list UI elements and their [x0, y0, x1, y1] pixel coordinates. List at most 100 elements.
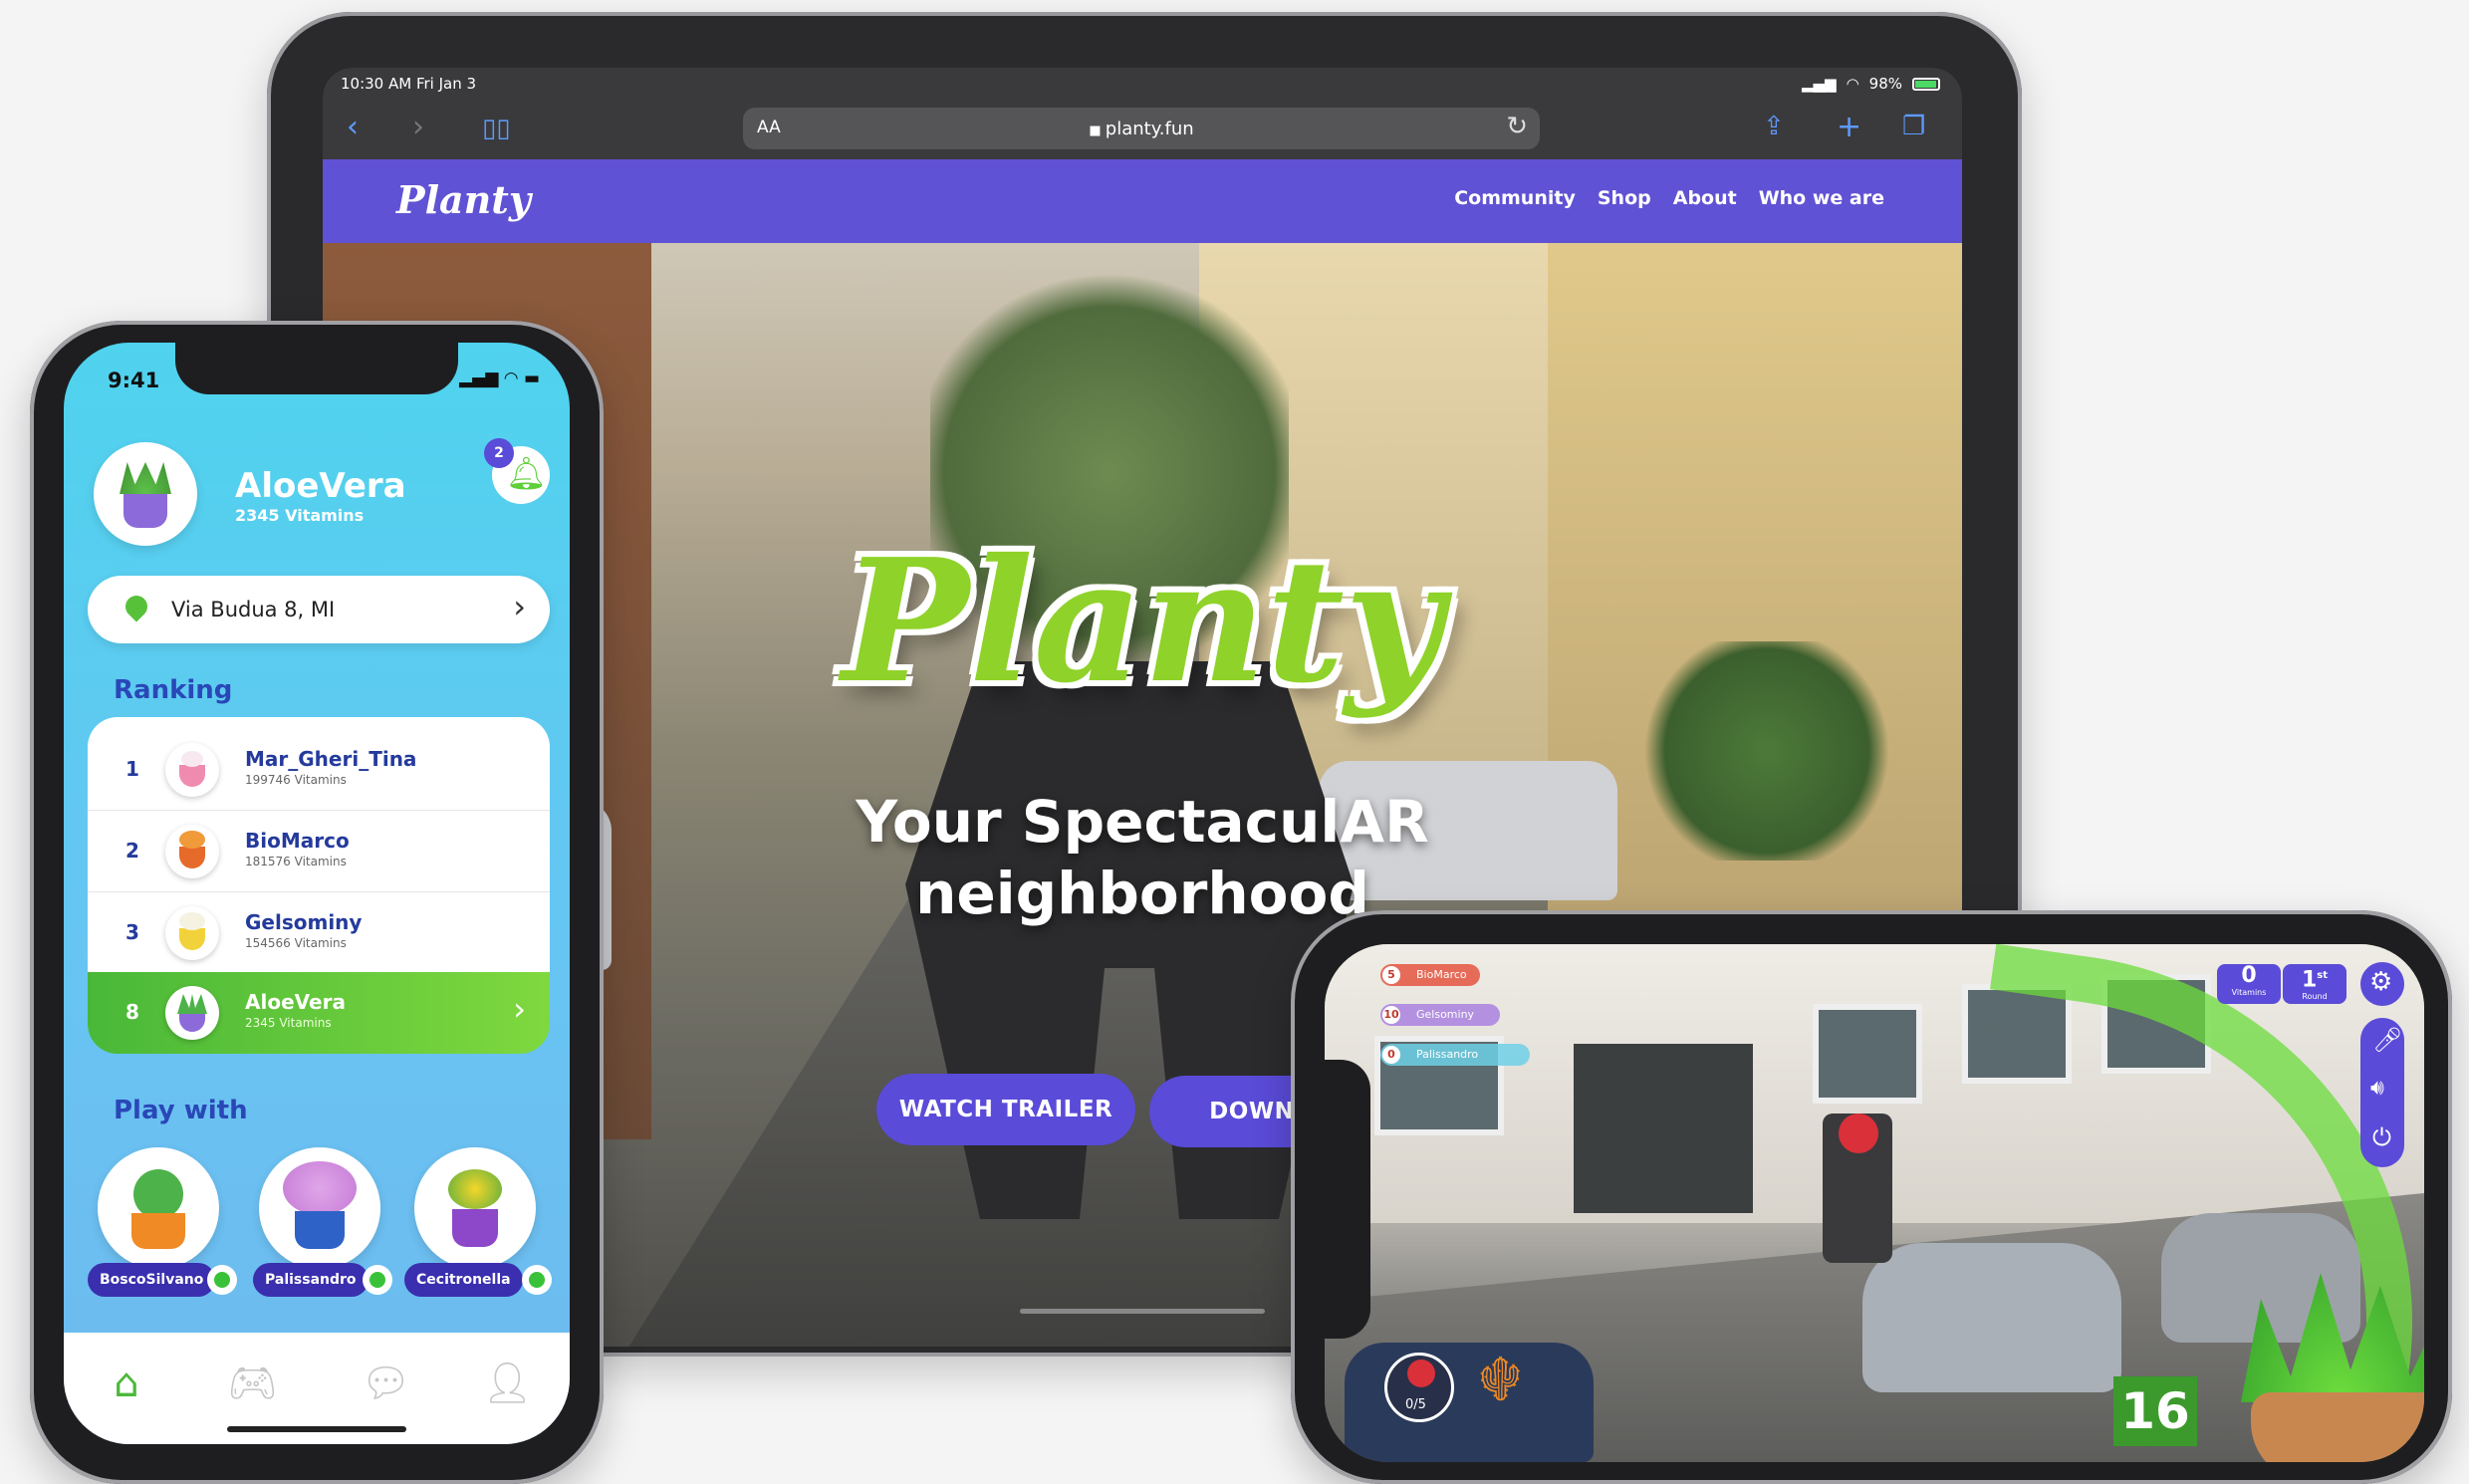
pot	[123, 494, 167, 528]
chat-icon[interactable]: 💬︎	[361, 1359, 411, 1408]
player-tag: BoscoSilvano	[88, 1263, 216, 1297]
round-value: 1	[2301, 967, 2318, 993]
player-name: Mar_Gheri_Tina	[245, 747, 417, 771]
aloe-leaves	[2241, 1273, 2424, 1402]
bookmarks-icon[interactable]: ▯▯	[482, 114, 511, 143]
power-icon[interactable]: ⏻	[2372, 1123, 2391, 1151]
chevron-right-icon: ›	[513, 588, 526, 625]
vitamins-value: 0	[2241, 963, 2257, 988]
cactus	[133, 1169, 183, 1219]
online-indicator	[363, 1265, 392, 1295]
leaderboard-chip: 5 BioMarco	[1380, 964, 1480, 986]
ammo-count: 0/5	[1405, 1397, 1426, 1412]
speaker-icon[interactable]: 🔊︎	[2370, 1076, 2384, 1101]
address-text: Via Budua 8, MI	[171, 598, 336, 621]
player-name: Gelsominy	[245, 910, 363, 934]
player-tag: Cecitronella	[404, 1263, 523, 1297]
battery-icon	[1912, 77, 1940, 91]
iphone-portrait-screen: 9:41 ▂▄▆ ◠ ▬ AloeVera 2345 Vitamins 🔔︎ 2…	[64, 343, 570, 1444]
address-selector[interactable]: Via Budua 8, MI ›	[88, 576, 550, 643]
player-avatar	[165, 906, 219, 960]
plant-avatar	[98, 1147, 219, 1269]
nav-about[interactable]: About	[1673, 187, 1737, 209]
cactus-icon[interactable]: 🌵︎	[1472, 1353, 1528, 1404]
gamepad-icon[interactable]: 🎮︎	[227, 1359, 278, 1408]
reload-icon[interactable]: ↻	[1506, 112, 1528, 141]
flower	[179, 912, 205, 930]
player-vitamins: 2345 Vitamins	[245, 1016, 332, 1030]
site-navbar: Planty Community Shop About Who we are	[323, 159, 1962, 243]
player-plant[interactable]	[2221, 1273, 2424, 1462]
site-logo[interactable]: Planty	[396, 177, 531, 222]
leaderboard-name: Palissandro	[1416, 1048, 1479, 1061]
rank-number: 1	[125, 757, 139, 781]
notch	[1325, 1060, 1370, 1339]
chevron-right-icon: ›	[513, 990, 526, 1028]
parked-car	[1345, 1343, 1594, 1462]
url-text: ■ planty.fun	[743, 119, 1540, 139]
leaderboard-chip: 0 Palissandro	[1380, 1044, 1530, 1066]
pot	[179, 765, 205, 787]
notch	[175, 343, 458, 394]
location-pin-icon	[121, 591, 152, 622]
gear-icon: ⚙	[2369, 967, 2393, 997]
pot	[295, 1211, 345, 1249]
robot-head	[1839, 1113, 1878, 1153]
online-indicator	[522, 1265, 552, 1295]
pot	[452, 1209, 498, 1247]
profile-icon[interactable]: 👤︎	[482, 1359, 533, 1408]
ipad-status-time: 10:30 AM Fri Jan 3	[341, 75, 477, 93]
lock-icon: ■	[1089, 124, 1106, 138]
rank-number: 2	[125, 839, 139, 863]
forward-icon[interactable]: ›	[412, 110, 424, 144]
microphone-icon[interactable]: 🎤︎	[2372, 1026, 2402, 1054]
robot-enemy[interactable]	[1823, 1113, 1892, 1263]
settings-button[interactable]: ⚙	[2360, 962, 2404, 1006]
safari-toolbar: ‹ › ▯▯ AA ■ planty.fun ↻ ⇪ + ❐	[323, 100, 1962, 159]
back-icon[interactable]: ‹	[347, 110, 359, 144]
battery-percent: 98%	[1868, 75, 1902, 93]
wifi-icon: ◠	[1846, 75, 1859, 93]
window	[1813, 1004, 1922, 1104]
pot	[179, 1012, 205, 1032]
round-value-wrap: 1st	[2283, 964, 2346, 992]
pot	[2251, 1392, 2424, 1462]
rank-number: 3	[125, 920, 139, 944]
ranking-row[interactable]: 3 Gelsominy 154566 Vitamins	[88, 892, 550, 972]
share-icon[interactable]: ⇪	[1763, 112, 1785, 141]
signal-icon: ▂▄▆	[1801, 75, 1837, 93]
player-avatar	[165, 743, 219, 797]
home-indicator	[227, 1426, 406, 1432]
ranking-row[interactable]: 2 BioMarco 181576 Vitamins	[88, 811, 550, 892]
address-bar[interactable]: AA ■ planty.fun ↻	[743, 108, 1540, 149]
player-avatar	[165, 825, 219, 878]
status-icons: ▂▄▆ ◠ ▬	[459, 369, 540, 388]
round-suffix: st	[2317, 970, 2329, 981]
nav-shop[interactable]: Shop	[1598, 187, 1651, 209]
vitamins-counter: 0 Vitamins	[2217, 964, 2281, 1004]
door	[1574, 1044, 1753, 1213]
user-avatar[interactable]	[94, 442, 197, 546]
my-ranking-row[interactable]: 8 AloeVera 2345 Vitamins ›	[88, 972, 550, 1054]
nav-community[interactable]: Community	[1454, 187, 1576, 209]
round-label: Round	[2302, 992, 2328, 1002]
ranking-row[interactable]: 1 Mar_Gheri_Tina 199746 Vitamins	[88, 729, 550, 811]
play-with-item[interactable]: BoscoSilvano	[88, 1147, 237, 1307]
home-icon[interactable]: ⌂	[102, 1359, 151, 1408]
audio-controls: 🎤︎ 🔊︎ ⏻	[2360, 1018, 2404, 1167]
ammo-indicator[interactable]: 0/5	[1384, 1353, 1454, 1422]
new-tab-icon[interactable]: +	[1837, 110, 1861, 144]
play-with-item[interactable]: Palissandro	[249, 1147, 392, 1307]
leaderboard-name: BioMarco	[1416, 968, 1467, 981]
tabs-icon[interactable]: ❐	[1902, 112, 1925, 141]
play-with-title: Play with	[114, 1096, 248, 1125]
player-vitamins: 181576 Vitamins	[245, 855, 347, 868]
play-with-item[interactable]: Cecitronella	[404, 1147, 554, 1307]
player-tag: Palissandro	[253, 1263, 369, 1297]
nav-who-we-are[interactable]: Who we are	[1759, 187, 1884, 209]
player-name: AloeVera	[245, 990, 346, 1014]
pot	[131, 1213, 185, 1249]
plant-avatar	[414, 1147, 536, 1269]
url-value: planty.fun	[1105, 119, 1194, 139]
watch-trailer-button[interactable]: WATCH TRAILER	[876, 1074, 1135, 1145]
